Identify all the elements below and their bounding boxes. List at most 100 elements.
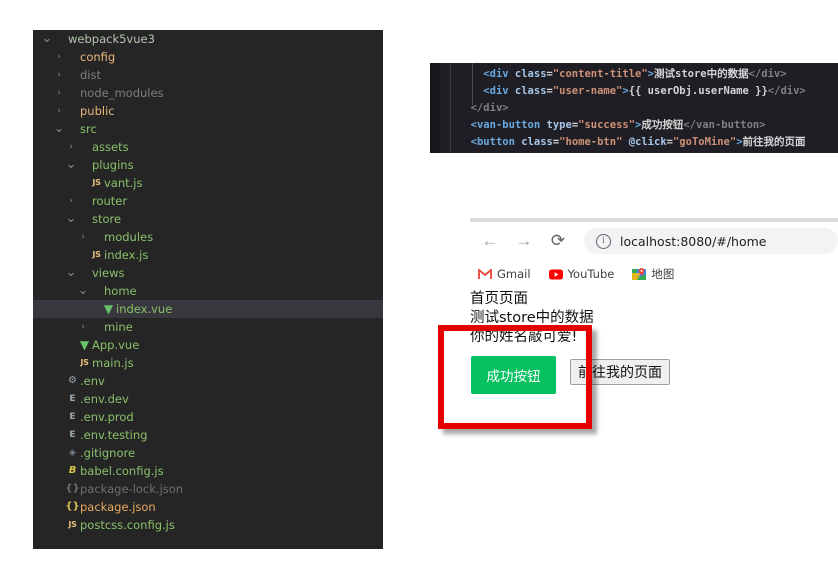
tree-item-home[interactable]: ⌄ home — [33, 282, 383, 300]
code-token: 前往我的页面 — [742, 136, 806, 148]
code-line: <div class="content-title">测试store中的数据</… — [458, 66, 806, 83]
tree-item-label: node_modules — [80, 86, 164, 100]
forward-button[interactable]: → — [510, 227, 538, 255]
address-bar[interactable]: i localhost:8080/#/home — [584, 228, 838, 254]
tree-item-node-modules[interactable]: › node_modules — [33, 84, 383, 102]
code-gutter — [430, 63, 440, 153]
code-token: </div> — [767, 85, 806, 97]
chevron-right-icon[interactable]: › — [53, 84, 65, 102]
user-name-line: 你的姓名敲可爱! — [470, 329, 578, 345]
tree-item-label: babel.config.js — [80, 464, 164, 478]
tree-item-label: src — [80, 122, 97, 136]
tree-item-env-prod[interactable]: E .env.prod — [33, 408, 383, 426]
tree-item-main-js[interactable]: JS main.js — [33, 354, 383, 372]
tree-item-env[interactable]: ⚙ .env — [33, 372, 383, 390]
code-token: </div> — [748, 68, 787, 80]
chevron-down-icon[interactable]: ⌄ — [53, 122, 65, 135]
tree-item-assets[interactable]: › assets — [33, 138, 383, 156]
tree-item-index-js[interactable]: JS index.js — [33, 246, 383, 264]
bookmark-item-gmail[interactable]: Gmail — [478, 267, 531, 281]
reload-icon: ⟳ — [550, 231, 566, 250]
tree-item-modules[interactable]: › modules — [33, 228, 383, 246]
chevron-down-icon[interactable]: ⌄ — [65, 212, 77, 225]
chevron-down-icon[interactable]: ⌄ — [65, 266, 77, 279]
chevron-right-icon[interactable]: › — [53, 102, 65, 120]
tree-item-babel-config-js[interactable]: Bbabel.config.js — [33, 462, 383, 480]
code-token: class — [514, 68, 547, 80]
bookmark-item-youtube[interactable]: YouTube — [548, 267, 614, 281]
tree-item-views[interactable]: ⌄ views — [33, 264, 383, 282]
content-title-line: 测试store中的数据 — [470, 310, 594, 326]
tree-item-label: main.js — [92, 356, 134, 370]
chevron-right-icon[interactable]: › — [77, 228, 89, 246]
js-icon: JS — [92, 178, 101, 187]
diamond-icon: ◈ — [69, 448, 76, 458]
babel-icon: B — [68, 465, 77, 476]
tree-item-label: .env.prod — [80, 410, 134, 424]
button-row: 成功按钮 前往我的页面 — [470, 352, 720, 398]
tree-item-router[interactable]: › router — [33, 192, 383, 210]
maps-icon — [632, 267, 647, 281]
code-token: "home-btn" — [559, 136, 629, 148]
tree-item-postcss-config-js[interactable]: JS postcss.config.js — [33, 516, 383, 534]
tree-item-webpack5vue3[interactable]: ⌄ webpack5vue3 — [33, 30, 383, 48]
tree-item-src[interactable]: ⌄ src — [33, 120, 383, 138]
tree-item-label: home — [104, 284, 137, 298]
tree-item-label: package.json — [80, 500, 156, 514]
code-line: <button class="home-btn" @click="goToMin… — [458, 134, 806, 151]
tree-item-label: config — [80, 50, 116, 64]
file-explorer-panel[interactable]: ⌄ webpack5vue3 › config › dist › node_modules › p… — [33, 30, 383, 549]
tree-item-index-vue[interactable]: ▼ index.vue — [33, 300, 383, 318]
chevron-right-icon[interactable]: › — [65, 192, 77, 210]
tree-item-label: .env.testing — [80, 428, 148, 442]
code-gutter-divider — [450, 63, 451, 153]
code-token: {{ userObj.userName }} — [628, 85, 768, 97]
code-token: <div — [483, 68, 515, 80]
site-info-icon[interactable]: i — [596, 233, 611, 249]
tree-item-mine[interactable]: › mine — [33, 318, 383, 336]
code-token: "success" — [578, 119, 636, 131]
tree-item-package-lock-json[interactable]: {} package-lock.json — [33, 480, 383, 498]
bookmark-item-maps[interactable]: 地图 — [632, 266, 674, 282]
browser-window: ← → ⟳ i localhost:8080/#/home Gmail YouTu… — [470, 218, 838, 290]
tree-item-dist[interactable]: › dist — [33, 66, 383, 84]
env-icon: E — [69, 430, 76, 440]
tree-item-label: dist — [80, 68, 101, 82]
back-button[interactable]: ← — [476, 227, 504, 255]
chevron-right-icon[interactable]: › — [53, 48, 65, 66]
tree-item-gitignore[interactable]: ◈ .gitignore — [33, 444, 383, 462]
chevron-right-icon[interactable]: › — [77, 318, 89, 336]
tree-item-label: index.vue — [116, 302, 173, 316]
env-icon: E — [69, 412, 76, 422]
code-token: "content-title" — [552, 68, 648, 80]
code-snippet-panel[interactable]: <div class="content-title">测试store中的数据</… — [430, 63, 838, 153]
tree-item-vant-js[interactable]: JS vant.js — [33, 174, 383, 192]
tree-item-env-testing[interactable]: E .env.testing — [33, 426, 383, 444]
chevron-right-icon[interactable]: › — [53, 66, 65, 84]
chevron-down-icon[interactable]: ⌄ — [77, 284, 89, 297]
chevron-right-icon[interactable]: › — [65, 138, 77, 156]
tree-item-package-json[interactable]: {} package.json — [33, 498, 383, 516]
tree-item-label: .env — [80, 374, 105, 388]
tree-item-label: router — [92, 194, 128, 208]
tree-item-app-vue[interactable]: ▼ App.vue — [33, 336, 383, 354]
vue-icon: ▼ — [103, 302, 114, 316]
tree-item-label: modules — [104, 230, 154, 244]
tree-item-public[interactable]: › public — [33, 102, 383, 120]
reload-button[interactable]: ⟳ — [544, 227, 572, 255]
tree-item-label: plugins — [92, 158, 134, 172]
chevron-down-icon[interactable]: ⌄ — [41, 32, 53, 45]
page-title-line: 首页页面 — [470, 291, 528, 307]
bookmarks-bar: Gmail YouTube 地图 — [478, 262, 692, 286]
tree-item-store[interactable]: ⌄ store — [33, 210, 383, 228]
tree-item-env-dev[interactable]: E .env.dev — [33, 390, 383, 408]
success-button[interactable]: 成功按钮 — [471, 356, 556, 394]
chevron-down-icon[interactable]: ⌄ — [65, 158, 77, 171]
code-token: @click — [628, 136, 667, 148]
go-to-mine-button[interactable]: 前往我的页面 — [570, 359, 670, 385]
tree-item-label: postcss.config.js — [80, 518, 175, 532]
tree-item-plugins[interactable]: ⌄ plugins — [33, 156, 383, 174]
tree-item-config[interactable]: › config — [33, 48, 383, 66]
